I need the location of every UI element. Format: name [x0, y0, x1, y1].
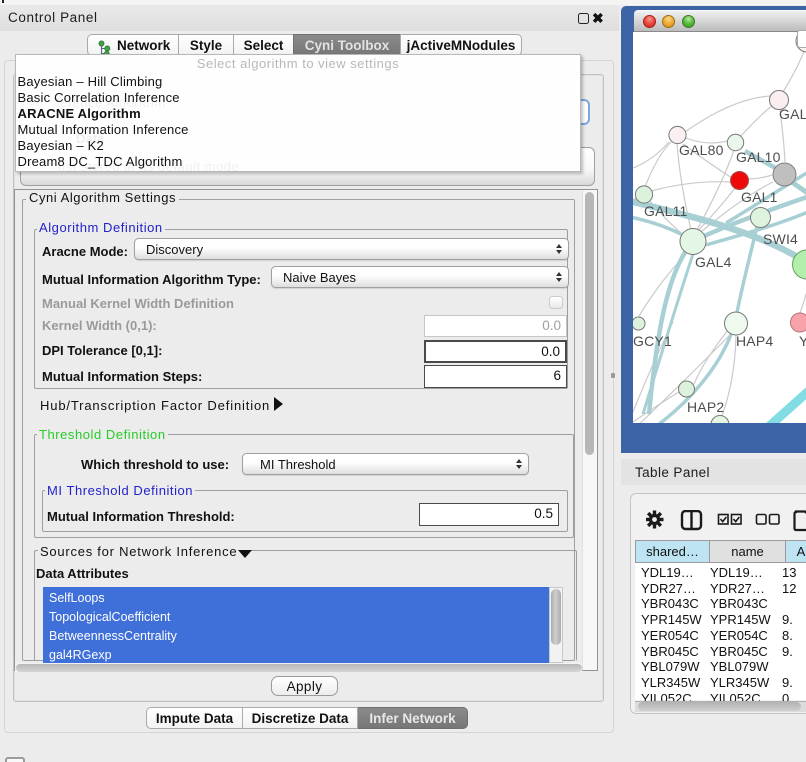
svg-text:GAL: GAL [779, 106, 806, 122]
svg-text:HAP2: HAP2 [687, 399, 724, 415]
svg-text:GAL4: GAL4 [695, 254, 732, 270]
svg-text:GAL11: GAL11 [644, 203, 688, 219]
svg-text:Y: Y [799, 333, 806, 349]
svg-text:GAL1: GAL1 [741, 189, 778, 205]
svg-text:GAL80: GAL80 [679, 142, 724, 158]
svg-text:HAP4: HAP4 [736, 333, 773, 349]
svg-text:GAL10: GAL10 [736, 149, 781, 165]
svg-text:SWI4: SWI4 [763, 231, 798, 247]
svg-text:GCY1: GCY1 [633, 333, 672, 349]
